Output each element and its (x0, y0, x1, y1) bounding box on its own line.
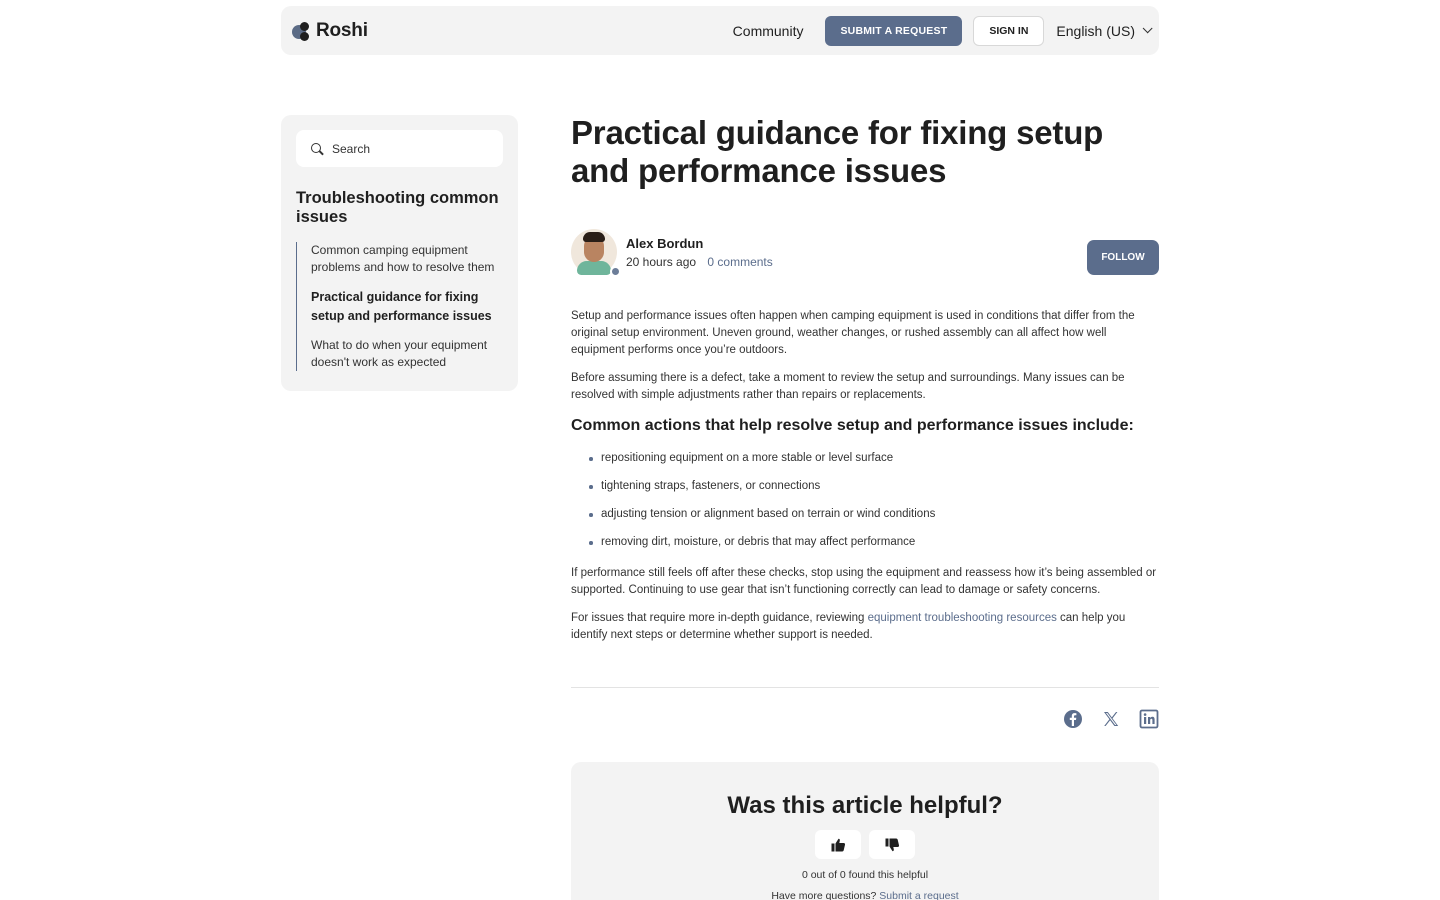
avatar[interactable] (571, 229, 621, 277)
paragraph-text: For issues that require more in-depth gu… (571, 612, 868, 624)
divider (571, 687, 1159, 688)
paragraph: If performance still feels off after the… (571, 567, 1157, 596)
vote-up-button[interactable] (815, 830, 861, 859)
thumbs-down-icon (885, 838, 899, 851)
paragraph: Setup and performance issues often happe… (571, 310, 1135, 356)
vote-row (571, 830, 1159, 859)
page-title: Practical guidance for fixing setup and … (571, 114, 1104, 189)
posted-time: 20 hours ago (626, 254, 697, 269)
search-box[interactable] (296, 130, 503, 167)
article: Practical guidance for fixing setup and … (571, 114, 1159, 655)
helpful-count: 0 out of 0 found this helpful (801, 869, 929, 881)
submit-request-link[interactable]: Submit a request (879, 890, 958, 900)
list-item: removing dirt, moisture, or debris that … (589, 534, 1159, 551)
language-label: English (US) (1056, 22, 1135, 39)
author-subline: 20 hours ago 0 comments (626, 255, 773, 269)
language-selector[interactable]: English (US) (1056, 22, 1153, 39)
more-questions: Have more questions? Submit a request (571, 890, 1159, 900)
more-questions-text: Have more questions? (771, 890, 880, 900)
chevron-down-icon (1142, 23, 1153, 34)
linkedin-icon[interactable] (1139, 709, 1159, 729)
search-icon (311, 142, 324, 155)
sign-in-button[interactable]: SIGN IN (973, 15, 1045, 46)
article-body: Setup and performance issues often happe… (571, 308, 1159, 644)
sidebar-item-common-problems[interactable]: Common camping equipment problems and ho… (311, 242, 503, 276)
community-link[interactable]: Community (733, 23, 804, 39)
section-article-list: Common camping equipment problems and ho… (296, 242, 503, 371)
sidebar: Troubleshooting common issues Common cam… (281, 115, 518, 391)
sidebar-item-equipment-not-working[interactable]: What to do when your equipment doesn't w… (311, 337, 503, 371)
article-subheading: Common actions that help resolve setup a… (571, 417, 1134, 434)
list-item: tightening straps, fasteners, or connect… (589, 478, 1159, 495)
vote-down-button[interactable] (869, 830, 915, 859)
comments-link[interactable]: 0 comments (707, 255, 772, 269)
search-input[interactable] (332, 141, 482, 156)
follow-button[interactable]: FOLLOW (1087, 240, 1159, 275)
author-row: Alex Bordun 20 hours ago 0 comments FOLL… (571, 227, 1159, 277)
list-item: repositioning equipment on a more stable… (589, 450, 1159, 467)
thumbs-up-icon (831, 838, 845, 851)
logo-icon (292, 21, 312, 41)
user-badge-icon (610, 266, 621, 277)
submit-request-button[interactable]: SUBMIT A REQUEST (825, 15, 963, 46)
site-header: Roshi Community SUBMIT A REQUEST SIGN IN… (281, 6, 1159, 55)
header-nav: Community SUBMIT A REQUEST SIGN IN Engli… (733, 15, 1153, 46)
feedback-title: Was this article helpful? (727, 792, 1003, 819)
action-list: repositioning equipment on a more stable… (589, 450, 1159, 551)
section-title: Troubleshooting common issues (296, 189, 499, 226)
paragraph-with-link: For issues that require more in-depth gu… (571, 610, 1159, 644)
list-item: adjusting tension or alignment based on … (589, 506, 1159, 523)
author-name[interactable]: Alex Bordun (626, 236, 773, 251)
paragraph: Before assuming there is a defect, take … (571, 372, 1125, 401)
facebook-icon[interactable] (1063, 709, 1083, 729)
troubleshooting-resources-link[interactable]: equipment troubleshooting resources (868, 612, 1057, 624)
share-bar (1063, 709, 1159, 729)
feedback-panel: Was this article helpful? 0 out of 0 fou… (571, 762, 1159, 900)
author-meta: Alex Bordun 20 hours ago 0 comments (626, 236, 773, 269)
x-icon[interactable] (1101, 709, 1121, 729)
logo[interactable]: Roshi (292, 20, 368, 42)
logo-text: Roshi (316, 19, 368, 41)
sidebar-item-practical-guidance[interactable]: Practical guidance for fixing setup and … (311, 288, 503, 325)
